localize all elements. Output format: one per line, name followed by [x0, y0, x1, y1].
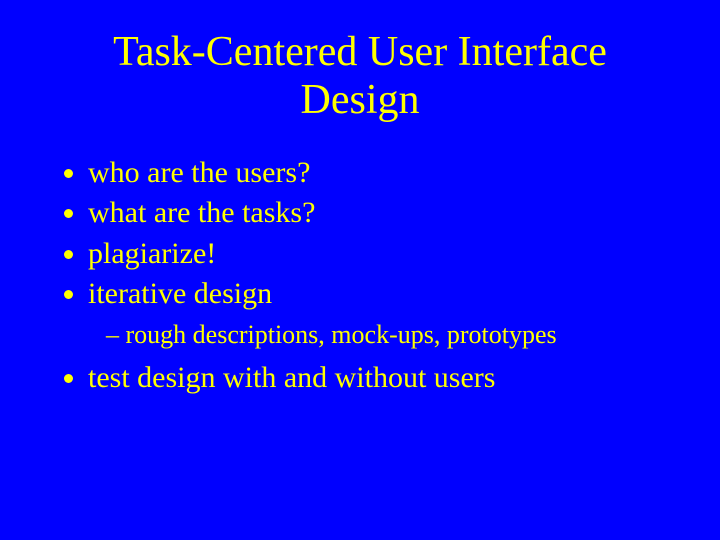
sub-list-item: rough descriptions, mock-ups, prototypes: [106, 317, 670, 352]
list-item-label: iterative design: [88, 277, 272, 310]
list-item: iterative design rough descriptions, moc…: [88, 274, 670, 352]
list-item: plagiarize!: [88, 234, 670, 275]
slide-title: Task-Centered User Interface Design: [50, 28, 670, 125]
sub-list: rough descriptions, mock-ups, prototypes: [88, 317, 670, 352]
list-item: test design with and without users: [88, 358, 670, 399]
list-item: what are the tasks?: [88, 193, 670, 234]
list-item: who are the users?: [88, 153, 670, 194]
slide: Task-Centered User Interface Design who …: [0, 0, 720, 540]
bullet-list: who are the users? what are the tasks? p…: [60, 153, 670, 399]
